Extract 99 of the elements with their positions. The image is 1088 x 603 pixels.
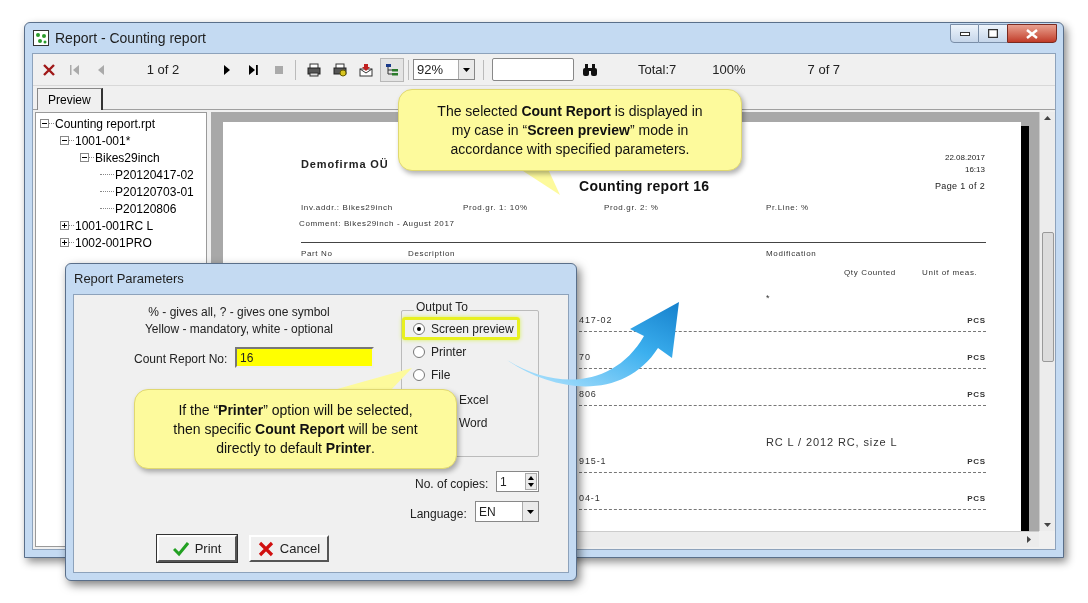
window-title: Report - Counting report [55, 28, 206, 48]
scroll-up-icon[interactable] [1044, 116, 1051, 120]
count-report-field[interactable]: 16 [235, 347, 374, 368]
part-number: 915-1 [579, 454, 607, 468]
spinner-arrows-icon[interactable] [525, 473, 537, 490]
report-date: 22.08.2017 [944, 152, 985, 164]
zoom-dropdown[interactable]: 92% [413, 59, 475, 80]
print-icon [307, 62, 321, 77]
tree-item[interactable]: 1001-001RC L [74, 216, 154, 235]
part-number: 04-1 [579, 491, 601, 505]
group-heading: RC L / 2012 RC, size L [766, 436, 898, 448]
report-title: Counting report 16 [579, 177, 710, 196]
dialog-button[interactable]: Print [157, 535, 237, 562]
part-number: 70 [579, 350, 591, 364]
binoculars-icon [582, 62, 598, 77]
expand-icon[interactable] [60, 221, 69, 230]
tree-toggle-button[interactable] [380, 57, 404, 82]
app-icon [33, 30, 49, 46]
last-page-icon [246, 62, 260, 77]
callout-text: If the “Printer” option will be selected, then specific Count Report will be sent directly to default Printer. [172, 400, 419, 458]
minimize-button[interactable] [950, 24, 979, 43]
progress-percent: 100% [712, 60, 746, 79]
unit-text: PCS [967, 314, 986, 327]
dialog-title: Report Parameters [74, 270, 184, 289]
unit-text: PCS [967, 492, 986, 505]
tree-item[interactable]: 1002-001PRO [74, 233, 152, 252]
copies-spinner[interactable]: 1 [496, 471, 539, 492]
export-mail-icon [359, 62, 373, 77]
tree-item[interactable]: Bikes29inch [94, 148, 160, 167]
dropdown-arrow-icon [527, 509, 534, 514]
radio-button[interactable] [413, 323, 425, 335]
search-field[interactable] [492, 58, 574, 81]
column-header: Modification [766, 248, 817, 260]
minimize-icon [959, 31, 970, 36]
tree-icon [385, 62, 399, 77]
column-header: Unit of meas. [922, 267, 978, 279]
tree-item[interactable]: P20120417-02 [114, 165, 194, 184]
option-label: Excel [459, 392, 489, 409]
tree-item[interactable]: P20120806 [114, 199, 177, 218]
collapse-icon[interactable] [80, 153, 89, 162]
cross-icon [257, 540, 274, 557]
tree-item[interactable]: 1001-001* [74, 131, 131, 150]
field-label: No. of copies: [415, 476, 489, 493]
close-report-icon [42, 62, 56, 77]
header-field: Prod.gr. 2: % [604, 202, 659, 214]
group-label: Output To [414, 301, 470, 314]
report-time: 16:13 [964, 164, 985, 176]
collapse-icon[interactable] [40, 119, 49, 128]
maximize-icon [988, 29, 998, 38]
vertical-scrollbar[interactable] [1039, 112, 1055, 531]
zoom-value: 92% [417, 60, 444, 79]
page-indicator: 1 of 2 [145, 60, 181, 79]
hint-text: Yellow - mandatory, white - optional [144, 321, 334, 338]
total-count: Total:7 [638, 60, 677, 79]
tab[interactable]: Preview [37, 88, 103, 110]
option-label: Word [459, 415, 488, 432]
header-field: Pr.Line: % [766, 202, 809, 214]
printer-setup-icon [333, 62, 347, 77]
header-field: Inv.addr.: Bikes29inch [301, 202, 393, 214]
dialog-button[interactable]: Cancel [249, 535, 329, 562]
maximize-button[interactable] [979, 24, 1007, 43]
scroll-thumb[interactable] [1041, 231, 1054, 362]
language-dropdown[interactable]: EN [475, 501, 539, 522]
radio-option[interactable]: Printer [413, 345, 467, 359]
column-header: Description [408, 248, 456, 260]
header-field: Prod.gr. 1: 10% [463, 202, 528, 214]
page-number: Page 1 of 2 [935, 180, 985, 192]
dropdown-value: EN [479, 503, 496, 521]
unit-text: PCS [967, 388, 986, 401]
tree-item[interactable]: P20120703-01 [114, 182, 194, 201]
radio-option[interactable]: Screen preview [413, 322, 514, 336]
tree-item[interactable]: Counting report.rpt [54, 114, 156, 133]
column-header: Qty Counted [844, 267, 896, 279]
dropdown-arrow-icon [463, 67, 470, 72]
hint-text: % - gives all, ? - gives one symbol [148, 304, 330, 321]
spinner-value: 1 [500, 473, 507, 491]
record-count: 7 of 7 [807, 60, 841, 79]
part-number: 417-02 [579, 313, 613, 327]
callout-text: The selected Count Report is displayed in my case in “Screen preview” mode in accordance with specified parameters. [436, 101, 704, 159]
unit-text: PCS [967, 455, 986, 468]
scroll-right-icon[interactable] [1027, 536, 1031, 543]
comment-text: Comment: Bikes29inch - August 2017 [299, 218, 455, 230]
company-name: Demofirma OÜ [301, 157, 389, 172]
field-label: Language: [410, 506, 467, 523]
expand-icon[interactable] [60, 238, 69, 247]
column-header: Part No [301, 248, 333, 260]
field-label: Count Report No: [134, 351, 228, 368]
close-icon [1026, 28, 1038, 39]
part-number: 806 [579, 387, 597, 401]
check-icon [172, 540, 189, 557]
first-page-icon [68, 62, 82, 77]
unit-text: PCS [967, 351, 986, 364]
radio-option[interactable]: File [413, 368, 451, 382]
marker-text: * [766, 292, 770, 305]
close-button[interactable] [1007, 24, 1057, 43]
scroll-down-icon[interactable] [1044, 523, 1051, 527]
radio-button[interactable] [413, 346, 425, 358]
collapse-icon[interactable] [60, 136, 69, 145]
radio-button[interactable] [413, 369, 425, 381]
